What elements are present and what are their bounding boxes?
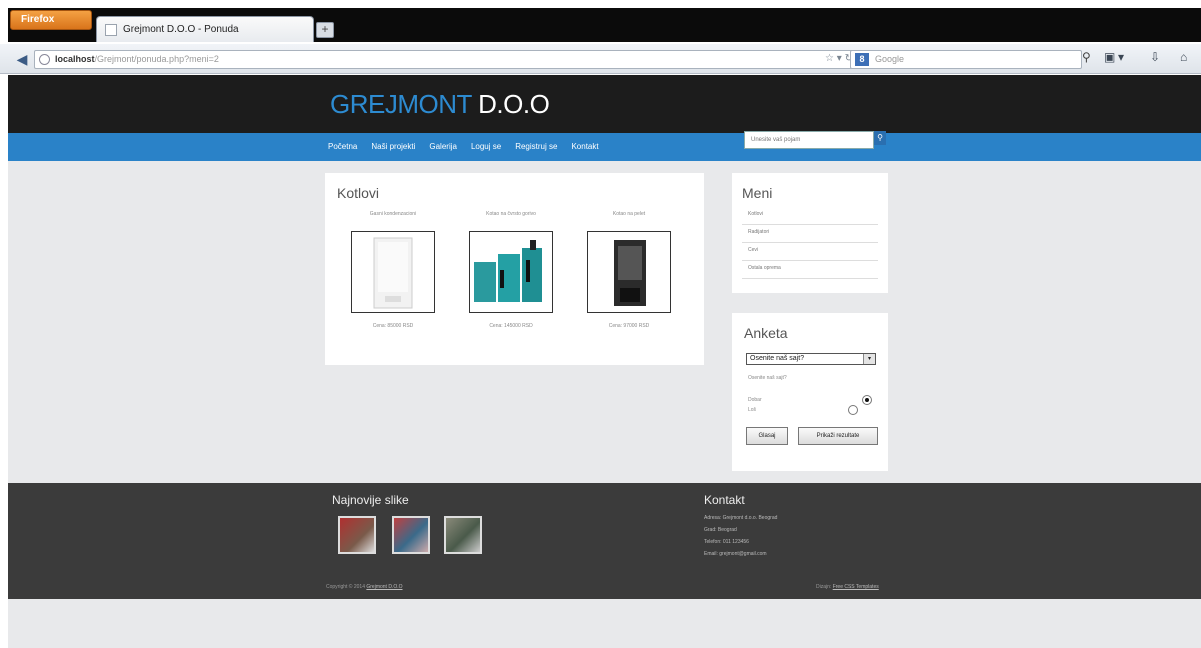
pellet-boiler-image [614, 240, 646, 306]
firefox-menu-button[interactable]: Firefox [10, 10, 92, 30]
product-name: Kotao na čvrsto gorivo [486, 211, 536, 217]
site-menubar: Početna Naši projekti Galerija Loguj se … [8, 133, 1201, 161]
nav-item-register[interactable]: Registruj se [515, 142, 557, 151]
dropdown-icon[interactable]: ▾ [837, 53, 842, 64]
menu-item[interactable]: Ostala oprema [742, 261, 878, 279]
tab-title: Grejmont D.O.O - Ponuda [123, 24, 239, 35]
product-image[interactable] [469, 231, 553, 313]
browser-tab-active[interactable]: Grejmont D.O.O - Ponuda [96, 16, 314, 42]
poll-question: Osenite naš sajt? [748, 375, 787, 381]
design-credit: Dizajn: Free CSS Templates [816, 584, 879, 590]
gallery-title: Najnovije slike [332, 493, 409, 507]
contact-line: Email: grejmont@gmail.com [704, 551, 767, 557]
browser-search-bar[interactable]: 8 Google [850, 50, 1082, 69]
nav-item-gallery[interactable]: Galerija [429, 142, 457, 151]
window-icon[interactable]: ▣ [1104, 50, 1115, 64]
nav-item-login[interactable]: Loguj se [471, 142, 501, 151]
menu-title: Meni [742, 185, 773, 201]
gallery-thumbnail[interactable] [444, 516, 482, 554]
poll-select[interactable]: Osenite naš sajt? ▾ [746, 353, 876, 365]
contact-line: Grad: Beograd [704, 527, 737, 533]
browser-navbar: ◀ localhost/Grejmont/ponuda.php?meni=2 ☆… [0, 44, 1201, 74]
chevron-down-icon[interactable]: ▾ [863, 354, 875, 364]
design-text: Dizajn: [816, 584, 832, 590]
nav-item-home[interactable]: Početna [328, 142, 357, 151]
page-favicon-icon [105, 24, 117, 36]
site-header: GREJMONT D.O.O [8, 75, 1201, 133]
poll-selected-value: Osenite naš sajt? [750, 355, 805, 362]
poll-option-label: Loš [748, 407, 757, 413]
site-identity-icon[interactable] [39, 54, 50, 65]
poll-title: Anketa [744, 325, 788, 341]
url-actions: ☆ ▾ ↻ [825, 53, 853, 64]
back-arrow-icon[interactable]: ◀ [12, 50, 32, 68]
menu-item[interactable]: Kotlovi [742, 207, 878, 225]
product-image[interactable] [351, 231, 435, 313]
search-placeholder: Google [875, 54, 905, 64]
vote-button[interactable]: Glasaj [746, 427, 788, 445]
contact-title: Kontakt [704, 493, 745, 507]
site-search-input[interactable]: Unesite vaš pojam [744, 131, 874, 149]
products-panel: Kotlovi Gasni kondenzacioni Cena: 85000 … [325, 173, 704, 365]
poll-radio[interactable] [848, 405, 858, 415]
product-name: Kotao na pelet [612, 211, 646, 217]
new-tab-button[interactable]: + [316, 22, 334, 38]
poll-radio-selected[interactable] [862, 395, 872, 405]
poll-panel: Anketa Osenite naš sajt? ▾ Osenite naš s… [732, 313, 888, 471]
site-search-button[interactable]: ⚲ [874, 131, 886, 145]
copyright: Copyright © 2014 Grejmont D.O.O [326, 584, 403, 590]
menu-item[interactable]: Cevi [742, 243, 878, 261]
site-logo[interactable]: GREJMONT D.O.O [330, 89, 550, 120]
product-price: Cena: 97000 RSD [608, 323, 650, 329]
gallery-thumbnail[interactable] [338, 516, 376, 554]
home-icon[interactable]: ⌂ [1180, 50, 1187, 64]
contact-line: Adresa: Grejmont d.o.o. Beograd [704, 515, 778, 521]
product-image[interactable] [587, 231, 671, 313]
bookmark-star-icon[interactable]: ☆ [825, 53, 834, 64]
gallery-thumbnail[interactable] [392, 516, 430, 554]
product-name: Gasni kondenzacioni [369, 211, 417, 217]
download-icon[interactable]: ⇩ [1150, 50, 1160, 64]
web-page: GREJMONT D.O.O Početna Naši projekti Gal… [8, 75, 1201, 648]
solid-fuel-boiler-image [474, 240, 542, 302]
product-price: Cena: 145000 RSD [489, 323, 533, 329]
site-nav: Početna Naši projekti Galerija Loguj se … [328, 142, 599, 151]
browser-titlebar: Firefox Grejmont D.O.O - Ponuda + [0, 0, 1201, 44]
copyright-text: Copyright © 2014 [326, 584, 365, 590]
poll-option-label: Dobar [748, 397, 762, 403]
nav-item-projects[interactable]: Naši projekti [371, 142, 415, 151]
search-icon[interactable]: ⚲ [1082, 50, 1091, 64]
site-footer: Najnovije slike Kontakt Adresa: Grejmont… [8, 483, 1201, 599]
url-text: localhost/Grejmont/ponuda.php?meni=2 [55, 54, 219, 64]
design-link[interactable]: Free CSS Templates [833, 584, 879, 590]
nav-item-contact[interactable]: Kontakt [571, 142, 598, 151]
menu-item[interactable]: Radijatori [742, 225, 878, 243]
search-engine-icon[interactable]: 8 [855, 53, 869, 66]
product-price: Cena: 85000 RSD [372, 323, 414, 329]
show-results-button[interactable]: Prikaži rezultate [798, 427, 878, 445]
products-title: Kotlovi [337, 185, 380, 201]
copyright-link[interactable]: Grejmont D.O.O [366, 584, 402, 590]
contact-line: Telefon: 011 123456 [704, 539, 749, 545]
menu-panel: Meni Kotlovi Radijatori Cevi Ostala opre… [732, 173, 888, 293]
wall-boiler-image [373, 237, 413, 309]
url-bar[interactable]: localhost/Grejmont/ponuda.php?meni=2 ☆ ▾… [34, 50, 860, 69]
dropdown-icon[interactable]: ▾ [1118, 50, 1124, 64]
